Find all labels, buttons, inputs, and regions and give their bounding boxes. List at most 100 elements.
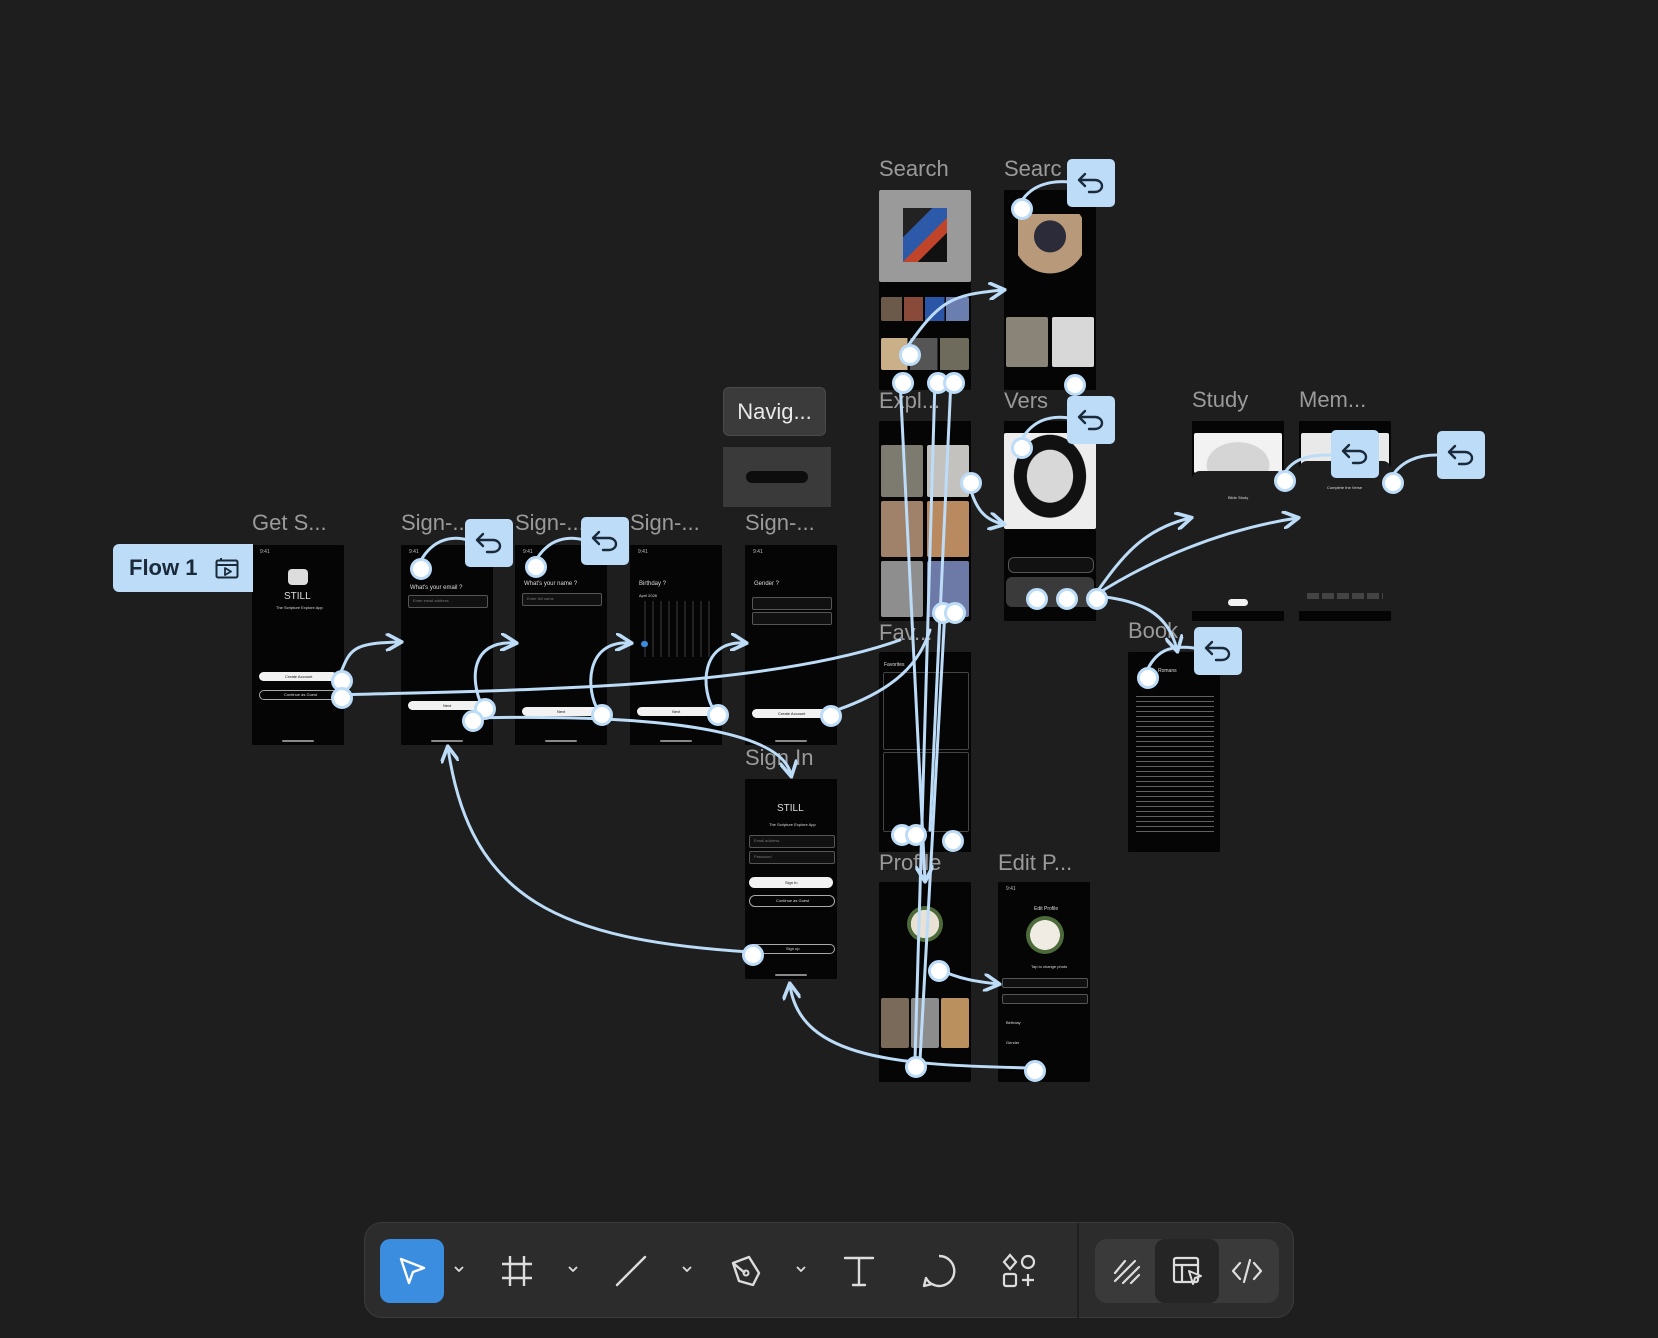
navigation-component-label[interactable]: Navig... [723,387,826,436]
connection-node[interactable] [820,705,842,727]
connection-node[interactable] [525,556,547,578]
connection-node[interactable] [591,704,613,726]
connection-node[interactable] [1382,472,1404,494]
frame-title-book[interactable]: Book [1128,618,1178,644]
connection-node[interactable] [905,1056,927,1078]
connection-node[interactable] [1056,588,1078,610]
email-field[interactable]: Enter email address [408,595,488,608]
connection-node[interactable] [742,944,764,966]
connection-node[interactable] [943,372,965,394]
frame-tool[interactable] [485,1239,549,1303]
line-tool[interactable] [599,1239,663,1303]
move-tool[interactable] [380,1239,444,1303]
prototype-canvas[interactable]: Get S... Sign-... Sign-... Sign-... Sign… [0,0,1658,1338]
connection-node[interactable] [1086,588,1108,610]
screen-profile[interactable] [879,882,971,1082]
study-done-button[interactable] [1228,599,1248,606]
calendar-grid[interactable] [638,601,714,657]
next-button[interactable]: Next [637,707,715,716]
frame-title-signup-gender[interactable]: Sign-... [745,510,815,536]
screen-get-started[interactable]: 9:41 STILL The Scripture Explore App Cre… [252,545,344,745]
draw-mode[interactable] [1095,1239,1159,1303]
frame-title-sign-in[interactable]: Sign In [745,745,814,771]
connection-node[interactable] [1011,437,1033,459]
screen-search[interactable] [879,190,971,390]
back-action-tag[interactable] [581,517,629,565]
create-account-button[interactable]: Create Account [259,672,337,681]
connection-node[interactable] [942,830,964,852]
frame-title-verse[interactable]: Vers [1004,388,1048,414]
screen-study[interactable]: Bible Study [1192,421,1284,621]
name-field[interactable]: Enter full name [522,593,602,606]
pen-tool[interactable] [713,1239,777,1303]
frame-title-profile[interactable]: Profile [879,850,941,876]
screen-search-result[interactable] [1004,190,1096,390]
connection-node[interactable] [960,472,982,494]
connection-node[interactable] [899,344,921,366]
frame-title-signup-birthday[interactable]: Sign-... [630,510,700,536]
back-action-tag[interactable] [1194,627,1242,675]
continue-guest-button[interactable]: Continue as Guest [749,895,835,907]
connection-node[interactable] [1137,667,1159,689]
verse-actions[interactable] [1006,577,1094,607]
frame-title-study[interactable]: Study [1192,387,1248,413]
connection-node[interactable] [331,687,353,709]
gender-option-2[interactable] [752,612,832,625]
back-action-tag[interactable] [1331,430,1379,478]
connection-node[interactable] [1011,198,1033,220]
name-field[interactable] [1002,978,1088,988]
connection-node[interactable] [928,960,950,982]
chevron-down-icon[interactable] [453,1263,465,1275]
dev-mode[interactable] [1215,1239,1279,1303]
favorite-card-1[interactable] [883,672,969,750]
word-bank[interactable] [1307,593,1383,599]
screen-edit-profile[interactable]: 9:41 Edit Profile Tap to change photo Bi… [998,882,1090,1082]
connection-node[interactable] [905,824,927,846]
screen-explore[interactable] [879,421,971,621]
signin-email-field[interactable]: Email address [749,835,835,848]
navigation-component-preview[interactable] [723,447,831,507]
frame-title-edit-profile[interactable]: Edit P... [998,850,1072,876]
components-tool[interactable] [987,1239,1051,1303]
design-mode[interactable] [1155,1239,1219,1303]
connection-node[interactable] [944,602,966,624]
back-action-tag[interactable] [1437,431,1485,479]
back-action-tag[interactable] [1067,159,1115,207]
connection-node[interactable] [410,558,432,580]
continue-guest-button[interactable]: Continue as Guest [259,690,339,700]
connection-node[interactable] [462,710,484,732]
chevron-down-icon[interactable] [567,1263,579,1275]
frame-title-search[interactable]: Search [879,156,949,182]
back-action-tag[interactable] [465,519,513,567]
frame-title-signup-name[interactable]: Sign-... [515,510,585,536]
create-account-button[interactable]: Create Account [752,709,830,718]
frame-title-signup-email[interactable]: Sign-... [401,510,471,536]
ai-explanation-field[interactable] [1008,557,1094,573]
next-button[interactable]: Next [522,707,600,716]
back-action-tag[interactable] [1067,396,1115,444]
connection-node[interactable] [1024,1060,1046,1082]
frame-title-favorites[interactable]: Fav... [879,620,932,646]
favorite-card-2[interactable] [883,752,969,832]
edit-profile-avatar[interactable] [1026,916,1064,954]
book-name[interactable]: Romans [1158,668,1177,674]
frame-title-memorize[interactable]: Mem... [1299,387,1366,413]
signin-password-field[interactable]: Password [749,851,835,864]
frame-title-get-started[interactable]: Get S... [252,510,327,536]
connection-node[interactable] [1026,588,1048,610]
connection-node[interactable] [892,372,914,394]
gender-option-1[interactable] [752,597,832,610]
chevron-down-icon[interactable] [681,1263,693,1275]
sign-in-button[interactable]: Sign In [749,877,833,888]
screen-favorites[interactable]: Favorites [879,652,971,852]
play-frame-icon[interactable] [215,557,239,579]
connection-node[interactable] [707,704,729,726]
connection-node[interactable] [1064,374,1086,396]
chevron-down-icon[interactable] [795,1263,807,1275]
email-field[interactable] [1002,994,1088,1004]
connection-node[interactable] [1274,470,1296,492]
frame-title-search-result[interactable]: Searc [1004,156,1061,182]
comment-tool[interactable] [907,1239,971,1303]
flow-starting-point[interactable]: Flow 1 [113,544,253,592]
text-tool[interactable] [827,1239,891,1303]
